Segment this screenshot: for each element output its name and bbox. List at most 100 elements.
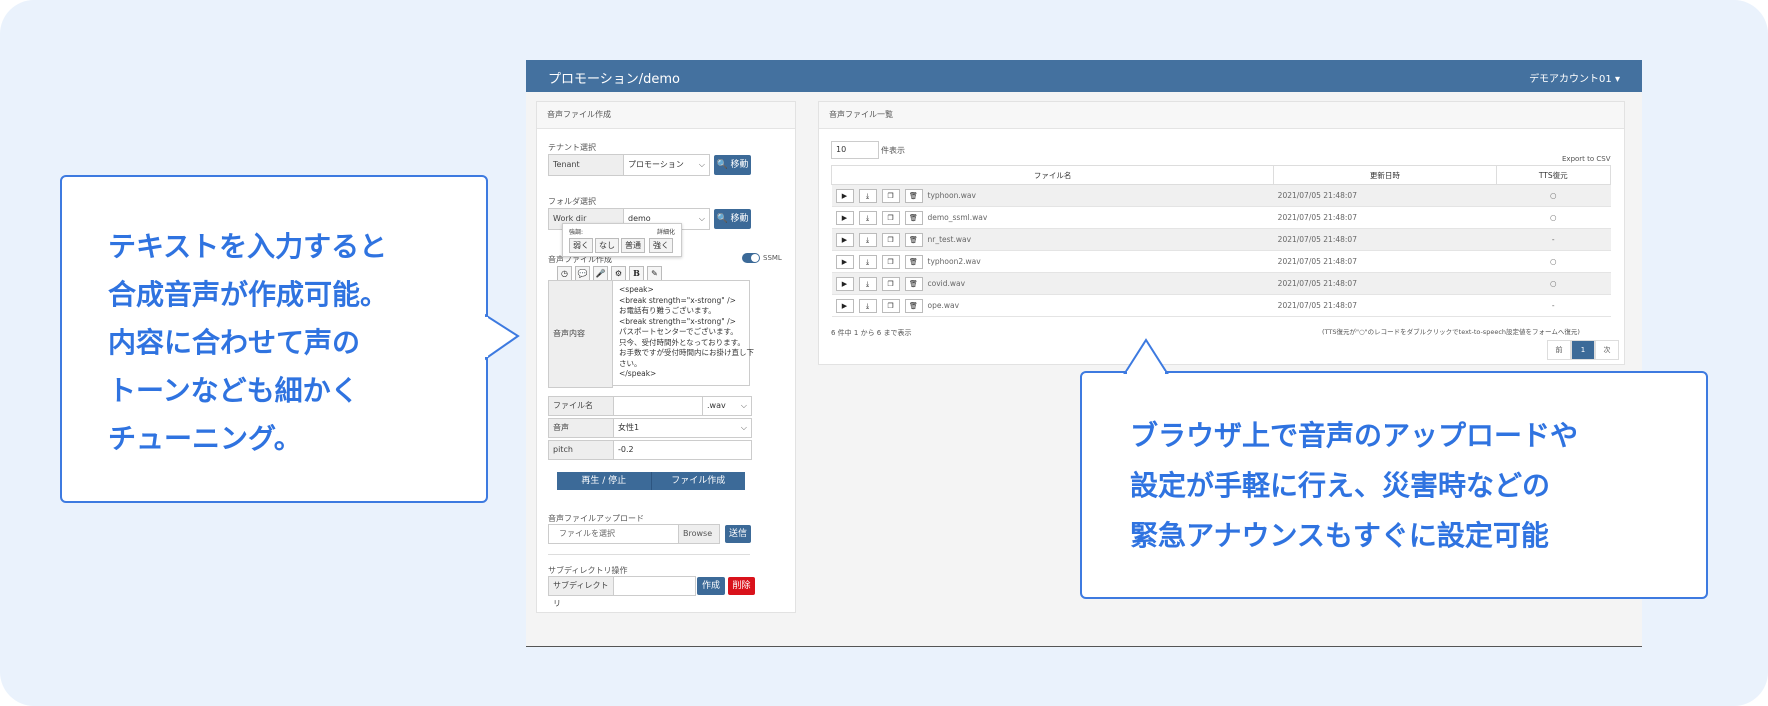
file-name: demo_ssml.wav xyxy=(927,212,988,222)
table-row[interactable]: ▶ ⤓ ❐ 🗑 nr_test.wav 2021/07/05 21:48:07 - xyxy=(831,228,1611,251)
tts-cell: ○ xyxy=(1496,184,1611,207)
subdir-caption: サブディレクトリ操作 xyxy=(548,566,628,575)
play-icon[interactable]: ▶ xyxy=(835,210,854,225)
copy-icon[interactable]: ❐ xyxy=(881,298,900,313)
filename-input[interactable] xyxy=(614,397,703,415)
trash-icon[interactable]: 🗑 xyxy=(904,188,923,203)
play-create-buttons: 再生 / 停止 ファイル作成 xyxy=(557,472,745,490)
table-row[interactable]: ▶ ⤓ ❐ 🗑 ope.wav 2021/07/05 21:48:07 - xyxy=(831,294,1611,317)
copy-icon[interactable]: ❐ xyxy=(881,210,900,225)
pagination: 前 1 次 xyxy=(1547,340,1619,360)
left-callout-line: チューニング。 xyxy=(108,422,302,455)
table-row[interactable]: ▶ ⤓ ❐ 🗑 typhoon2.wav 2021/07/05 21:48:07 ○ xyxy=(831,250,1611,273)
table-row[interactable]: ▶ ⤓ ❐ 🗑 typhoon.wav 2021/07/05 21:48:07 ○ xyxy=(831,184,1611,207)
extension-value: .wav xyxy=(707,401,726,410)
pencil-icon[interactable]: ✎ xyxy=(647,266,662,281)
left-callout: テキストを入力すると 合成音声が作成可能。 内容に合わせて声の トーンなども細か… xyxy=(60,175,488,503)
subdir-delete-button[interactable]: 削除 xyxy=(728,577,755,595)
trash-icon[interactable]: 🗑 xyxy=(904,232,923,247)
column-header-name[interactable]: ファイル名 xyxy=(830,165,1275,185)
tenant-label: Tenant xyxy=(549,155,624,175)
download-icon[interactable]: ⤓ xyxy=(858,232,877,247)
emphasis-strong-button[interactable]: 強く xyxy=(649,238,673,253)
pitch-input[interactable]: -0.2 xyxy=(614,441,751,459)
subdir-create-button[interactable]: 作成 xyxy=(697,577,725,595)
play-icon[interactable]: ▶ xyxy=(835,276,854,291)
emphasis-none-button[interactable]: なし xyxy=(595,238,619,253)
content-line: </speak> xyxy=(619,369,657,378)
microphone-icon[interactable]: 🎤 xyxy=(593,266,608,281)
speech-bubble-icon[interactable]: 💬 xyxy=(575,266,590,281)
play-icon[interactable]: ▶ xyxy=(835,298,854,313)
next-page-button[interactable]: 次 xyxy=(1595,340,1619,360)
export-csv-link[interactable]: Export to CSV xyxy=(1562,155,1611,163)
file-name: typhoon.wav xyxy=(927,190,976,200)
file-name-cell: ▶ ⤓ ❐ 🗑 typhoon2.wav xyxy=(831,250,1274,273)
trash-icon[interactable]: 🗑 xyxy=(904,254,923,269)
page-1-button[interactable]: 1 xyxy=(1571,340,1595,360)
table-row[interactable]: ▶ ⤓ ❐ 🗑 covid.wav 2021/07/05 21:48:07 ○ xyxy=(831,272,1611,295)
content-line: お手数ですが受付時間内にお掛け直し下 xyxy=(619,348,754,357)
play-icon[interactable]: ▶ xyxy=(835,254,854,269)
copy-icon[interactable]: ❐ xyxy=(881,188,900,203)
account-menu[interactable]: デモアカウント01 ▾ xyxy=(1529,70,1620,85)
subdir-group: サブディレクトリ xyxy=(548,576,696,608)
date-cell: 2021/07/05 21:48:07 xyxy=(1273,272,1496,295)
filename-group: ファイル名 .wav ⌵ xyxy=(548,396,752,416)
download-icon[interactable]: ⤓ xyxy=(858,298,877,313)
clock-icon[interactable]: ◷ xyxy=(557,266,572,281)
right-callout-line: ブラウザ上で音声のアップロードや xyxy=(1130,419,1579,452)
play-icon[interactable]: ▶ xyxy=(835,188,854,203)
browse-button[interactable]: Browse xyxy=(679,525,719,543)
content-line: <break strength="x-strong" /> xyxy=(619,316,736,326)
audio-list-header: 音声ファイル一覧 xyxy=(819,102,1624,129)
folder-caption: フォルダ選択 xyxy=(548,197,596,206)
bold-icon[interactable]: B xyxy=(629,266,644,281)
content-label: 音声内容 xyxy=(549,281,613,387)
voice-select[interactable]: 女性1 ⌵ xyxy=(614,419,751,437)
content-line: パスポートセンターでございます。 xyxy=(619,327,738,336)
upload-file-input[interactable]: ファイルを選択 xyxy=(549,525,679,543)
page-size-select[interactable]: 10 xyxy=(831,141,879,159)
copy-icon[interactable]: ❐ xyxy=(881,232,900,247)
play-icon[interactable]: ▶ xyxy=(835,232,854,247)
extension-select[interactable]: .wav ⌵ xyxy=(703,397,751,415)
gear-icon[interactable]: ⚙ xyxy=(611,266,626,281)
left-callout-line: テキストを入力すると xyxy=(108,230,388,263)
emphasis-normal-button[interactable]: 普通 xyxy=(621,238,645,253)
column-header-date[interactable]: 更新日時 xyxy=(1273,165,1497,185)
table-row[interactable]: ▶ ⤓ ❐ 🗑 demo_ssml.wav 2021/07/05 21:48:07 ○ xyxy=(831,206,1611,229)
prev-page-button[interactable]: 前 xyxy=(1547,340,1571,360)
tenant-move-button[interactable]: 🔍 移動 xyxy=(714,155,751,175)
copy-icon[interactable]: ❐ xyxy=(881,276,900,291)
send-button[interactable]: 送信 xyxy=(725,525,751,543)
emphasis-tooltip: 強調: 詳細化 弱く なし 普通 強く xyxy=(562,223,682,257)
copy-icon[interactable]: ❐ xyxy=(881,254,900,269)
download-icon[interactable]: ⤓ xyxy=(858,254,877,269)
trash-icon[interactable]: 🗑 xyxy=(904,276,923,291)
tts-cell: ○ xyxy=(1496,272,1611,295)
content-textarea[interactable]: <speak> <break strength="x-strong" /> お電… xyxy=(612,280,754,386)
download-icon[interactable]: ⤓ xyxy=(858,188,877,203)
content-line: <speak> xyxy=(619,285,654,294)
content-line: さい。 xyxy=(619,358,642,368)
chevron-down-icon: ⌵ xyxy=(740,423,747,432)
download-icon[interactable]: ⤓ xyxy=(858,276,877,291)
workdir-move-button[interactable]: 🔍 移動 xyxy=(714,209,751,229)
tenant-select[interactable]: プロモーション ⌵ xyxy=(624,155,709,175)
file-name-cell: ▶ ⤓ ❐ 🗑 ope.wav xyxy=(831,294,1274,317)
column-header-tts[interactable]: TTS復元 xyxy=(1495,165,1611,185)
tts-cell: - xyxy=(1496,294,1611,317)
create-file-button[interactable]: ファイル作成 xyxy=(651,472,745,490)
ssml-toggle[interactable] xyxy=(742,253,760,263)
trash-icon[interactable]: 🗑 xyxy=(904,210,923,225)
workdir-value: demo xyxy=(628,214,651,223)
play-stop-button[interactable]: 再生 / 停止 xyxy=(557,472,652,490)
file-name: ope.wav xyxy=(927,300,960,310)
emphasis-weak-button[interactable]: 弱く xyxy=(569,238,593,253)
subdir-input[interactable] xyxy=(614,577,695,595)
trash-icon[interactable]: 🗑 xyxy=(904,298,923,313)
voice-value: 女性1 xyxy=(618,423,640,432)
download-icon[interactable]: ⤓ xyxy=(858,210,877,225)
tenant-select-group: Tenant プロモーション ⌵ xyxy=(548,154,710,176)
